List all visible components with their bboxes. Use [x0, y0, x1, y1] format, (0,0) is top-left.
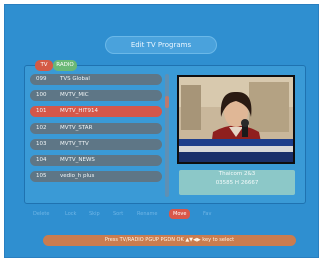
scrollbar-thumb[interactable] [165, 96, 169, 108]
list-scrollbar[interactable] [165, 74, 169, 197]
channel-list: 099 TVS Global 100 MVTV_MIC 101 MVTV_HIT… [30, 74, 162, 187]
channel-number: 104 [36, 156, 47, 163]
channel-name: MVTV_HIT914 [60, 108, 98, 115]
channel-number: 102 [36, 124, 47, 131]
channel-row[interactable]: 102 MVTV_STAR [30, 122, 162, 134]
channel-number: 100 [36, 92, 47, 99]
delete-function[interactable]: Delete [33, 209, 49, 219]
channel-name: MVTV_TTV [60, 140, 89, 147]
satellite-name: Thaicom 2&3 [218, 171, 256, 177]
page-title: Edit TV Programs [105, 36, 217, 54]
channel-name: MVTV_NEWS [60, 156, 95, 163]
channel-row[interactable]: 105 vedio_h plus [30, 171, 162, 183]
channel-number: 105 [36, 173, 47, 180]
channel-row[interactable]: 103 MVTV_TTV [30, 138, 162, 150]
channel-row[interactable]: 099 TVS Global [30, 74, 162, 85]
move-function[interactable]: Move [169, 209, 191, 219]
tv-menu-screen: Edit TV Programs TV RADIO 099 TVS Global… [4, 4, 319, 258]
rename-function[interactable]: Rename [137, 209, 158, 219]
hint-bar: Press TV/RADIO PGUP PGDN OK ▲▼◀▶ key to … [43, 235, 296, 246]
channel-row[interactable]: 104 MVTV_NEWS [30, 154, 162, 166]
channel-name: MVTV_MIC [60, 92, 89, 99]
channel-name: MVTV_STAR [60, 124, 93, 131]
skip-function[interactable]: Skip [89, 209, 100, 219]
channel-row[interactable]: 100 MVTV_MIC [30, 90, 162, 102]
sort-function[interactable]: Sort [113, 209, 123, 219]
tab-radio[interactable]: RADIO [53, 60, 77, 71]
channel-info-box: Thaicom 2&3 03585 H 26667 [179, 170, 295, 195]
function-bar: Delete Lock Skip Sort Rename Move Fav [33, 209, 293, 219]
channel-name: TVS Global [60, 76, 90, 82]
fav-function[interactable]: Fav [203, 209, 211, 219]
channel-number: 101 [36, 108, 47, 115]
tab-tv[interactable]: TV [35, 60, 53, 71]
video-preview [177, 75, 295, 164]
channel-number: 099 [36, 76, 47, 82]
channel-name: vedio_h plus [60, 173, 95, 180]
channel-row-selected[interactable]: 101 MVTV_HIT914 [30, 106, 162, 118]
transponder-frequency: 03585 H 26667 [215, 180, 259, 186]
news-anchor-image [179, 77, 293, 162]
lock-function[interactable]: Lock [65, 209, 76, 219]
channel-number: 103 [36, 140, 47, 147]
